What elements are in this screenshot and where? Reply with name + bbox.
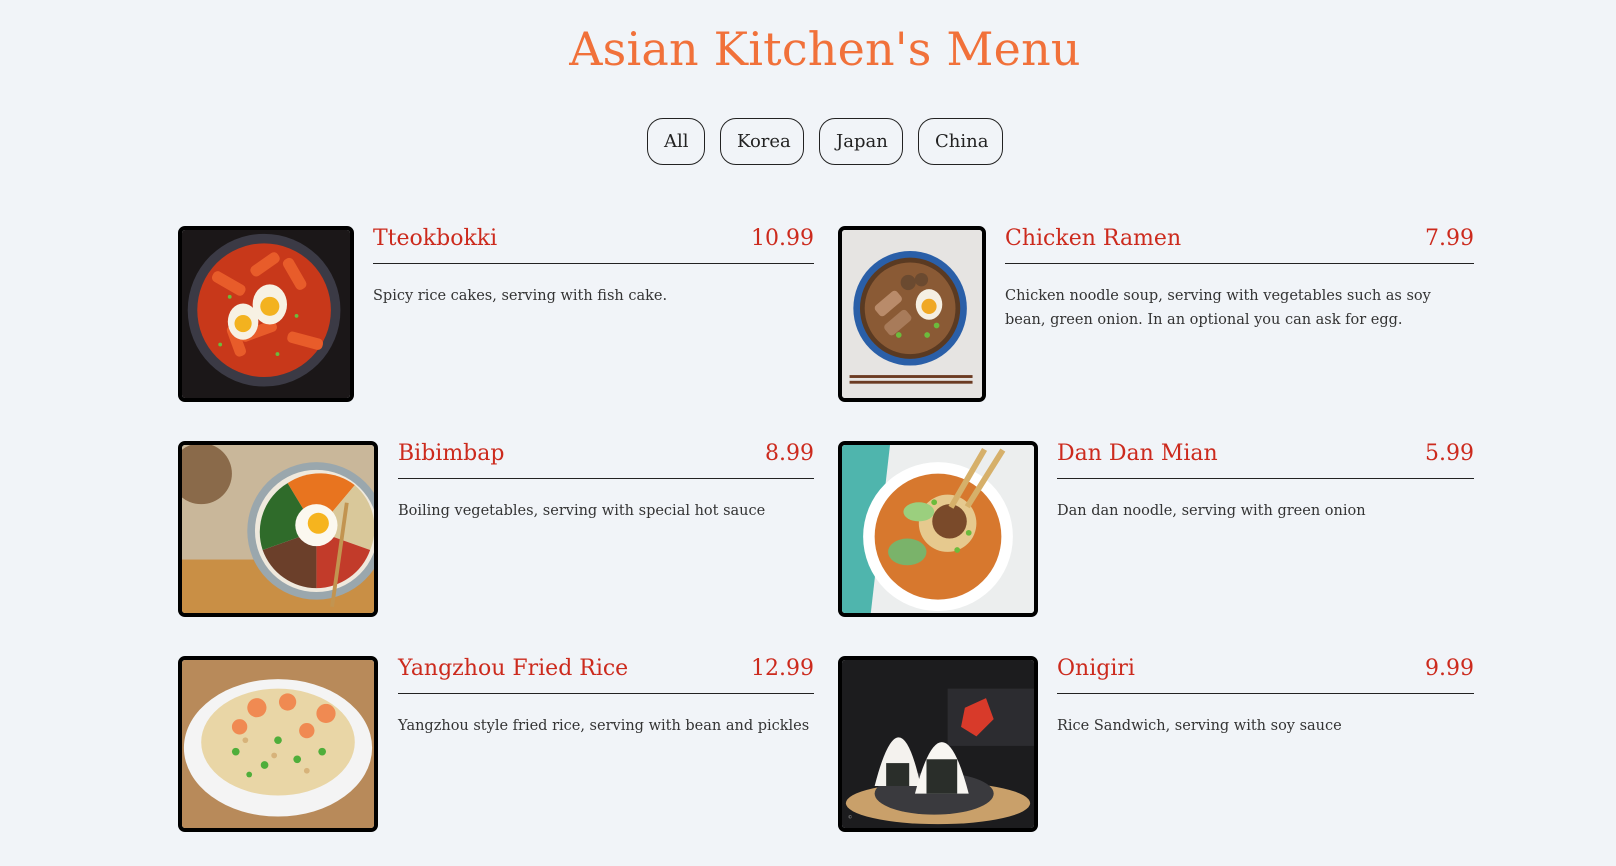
item-name: Dan Dan Mian <box>1057 441 1218 466</box>
item-name: Yangzhou Fried Rice <box>398 656 629 681</box>
menu-item: Tteokbokki 10.99 Spicy rice cakes, servi… <box>178 226 814 402</box>
item-header: Tteokbokki 10.99 <box>373 226 814 264</box>
tteokbokki-photo <box>178 226 354 402</box>
item-name: Tteokbokki <box>373 226 498 251</box>
item-header: Onigiri 9.99 <box>1057 656 1474 694</box>
menu-item: Yangzhou Fried Rice 12.99 Yangzhou style… <box>178 656 814 832</box>
item-price: 5.99 <box>1425 441 1474 466</box>
onigiri-photo: © <box>838 656 1038 832</box>
page-title: Asian Kitchen's Menu <box>569 22 1081 76</box>
item-description: Spicy rice cakes, serving with fish cake… <box>373 288 668 304</box>
item-price: 8.99 <box>765 441 814 466</box>
menu-item: Chicken Ramen 7.99 Chicken noodle soup, … <box>838 226 1474 402</box>
category-filters: All Korea Japan China <box>0 118 1616 165</box>
filter-china-button[interactable]: China <box>918 118 1003 165</box>
item-header: Dan Dan Mian 5.99 <box>1057 441 1474 479</box>
bibimbap-photo <box>178 441 378 617</box>
item-price: 10.99 <box>751 226 814 251</box>
chicken-ramen-photo <box>838 226 986 402</box>
menu-item: Bibimbap 8.99 Boiling vegetables, servin… <box>178 441 814 617</box>
dan-dan-mian-photo <box>838 441 1038 617</box>
filter-korea-button[interactable]: Korea <box>720 118 804 165</box>
filter-japan-button[interactable]: Japan <box>819 118 903 165</box>
item-name: Chicken Ramen <box>1005 226 1182 251</box>
item-description: Chicken noodle soup, serving with vegeta… <box>1005 288 1431 328</box>
item-header: Chicken Ramen 7.99 <box>1005 226 1474 264</box>
item-name: Bibimbap <box>398 441 505 466</box>
filter-all-button[interactable]: All <box>647 118 705 165</box>
item-description: Rice Sandwich, serving with soy sauce <box>1057 718 1342 734</box>
item-price: 9.99 <box>1425 656 1474 681</box>
item-description: Boiling vegetables, serving with special… <box>398 503 766 519</box>
yangzhou-fried-rice-photo <box>178 656 378 832</box>
menu-item: © Onigiri 9.99 Rice Sandwich, serving wi… <box>838 656 1474 832</box>
item-price: 7.99 <box>1425 226 1474 251</box>
item-header: Yangzhou Fried Rice 12.99 <box>398 656 814 694</box>
item-price: 12.99 <box>751 656 814 681</box>
menu-item: Dan Dan Mian 5.99 Dan dan noodle, servin… <box>838 441 1474 617</box>
item-description: Dan dan noodle, serving with green onion <box>1057 503 1366 519</box>
item-header: Bibimbap 8.99 <box>398 441 814 479</box>
item-name: Onigiri <box>1057 656 1135 681</box>
item-description: Yangzhou style fried rice, serving with … <box>398 718 810 734</box>
